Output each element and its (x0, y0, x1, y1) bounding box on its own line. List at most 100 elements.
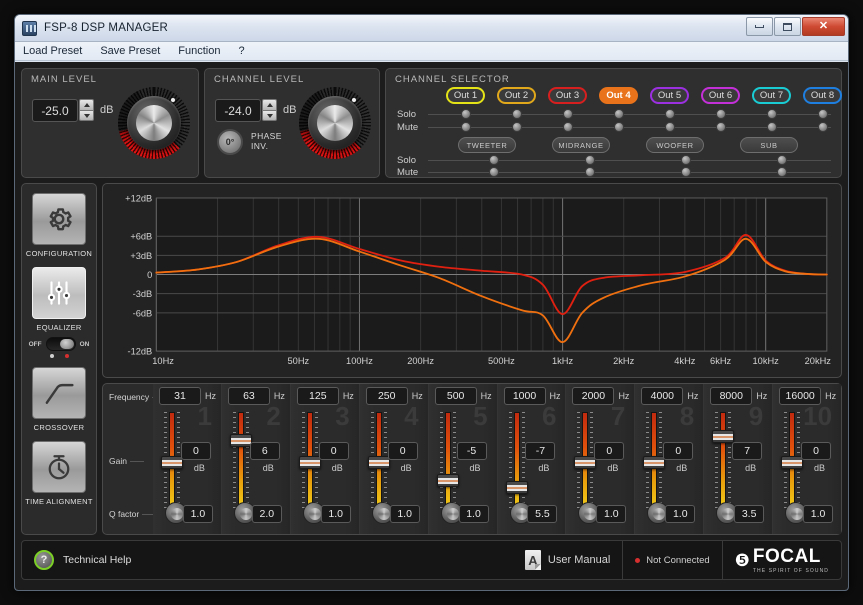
output-button-2[interactable]: Out 2 (497, 87, 536, 104)
menu-save-preset[interactable]: Save Preset (100, 45, 160, 57)
frequency-input[interactable]: 4000 (641, 387, 684, 405)
group-mute-button-1[interactable] (446, 167, 542, 177)
frequency-input[interactable]: 63 (227, 387, 270, 405)
q-factor-input[interactable]: 5.5 (527, 505, 558, 523)
phase-invert-button[interactable]: 0° (217, 129, 243, 155)
equalizer-power-toggle[interactable]: OFF ON (29, 337, 89, 351)
q-factor-input[interactable]: 1.0 (389, 505, 420, 523)
fader-handle[interactable] (367, 455, 390, 469)
user-manual-link[interactable]: User Manual (548, 554, 610, 566)
configuration-button[interactable] (31, 193, 86, 245)
equalizer-button[interactable] (32, 267, 86, 319)
gain-fader[interactable] (712, 412, 735, 512)
solo-button-3[interactable] (548, 109, 587, 119)
solo-button-5[interactable] (650, 109, 689, 119)
gain-input[interactable]: 0 (801, 442, 832, 460)
group-button-sub[interactable]: SUB (740, 137, 798, 153)
channel-level-up-button[interactable] (262, 99, 277, 110)
gain-input[interactable]: 0 (663, 442, 694, 460)
q-factor-input[interactable]: 1.0 (665, 505, 696, 523)
q-factor-input[interactable]: 3.5 (734, 505, 765, 523)
menu-load-preset[interactable]: Load Preset (23, 45, 82, 57)
gain-input[interactable]: -7 (525, 442, 556, 460)
frequency-input[interactable]: 125 (296, 387, 339, 405)
gain-fader[interactable] (161, 412, 183, 512)
q-factor-input[interactable]: 1.0 (320, 505, 351, 523)
frequency-input[interactable]: 16000 (779, 387, 822, 405)
q-factor-input[interactable]: 1.0 (803, 505, 834, 523)
q-factor-input[interactable]: 1.0 (596, 505, 627, 523)
gain-fader[interactable] (298, 412, 321, 512)
group-button-midrange[interactable]: MIDRANGE (552, 137, 610, 153)
sidebar-item-time-alignment[interactable]: TIME ALIGNMENT (25, 441, 93, 506)
mute-button-4[interactable] (599, 122, 638, 132)
group-button-woofer[interactable]: WOOFER (646, 137, 704, 153)
fader-handle[interactable] (712, 430, 735, 444)
gain-fader[interactable] (436, 412, 459, 512)
gain-input[interactable]: -5 (456, 442, 487, 460)
gain-fader[interactable] (781, 412, 804, 512)
solo-button-1[interactable] (446, 109, 485, 119)
group-solo-button-4[interactable] (734, 155, 830, 165)
gain-fader[interactable] (505, 412, 528, 512)
gain-input[interactable]: 0 (387, 442, 418, 460)
output-button-7[interactable]: Out 7 (752, 87, 791, 104)
main-level-value[interactable]: -25.0 (32, 99, 78, 122)
maximize-button[interactable] (774, 17, 801, 36)
frequency-input[interactable]: 1000 (503, 387, 546, 405)
q-factor-input[interactable]: 1.0 (458, 505, 489, 523)
toggle-track[interactable] (45, 337, 76, 351)
group-solo-button-2[interactable] (542, 155, 638, 165)
output-button-5[interactable]: Out 5 (650, 87, 689, 104)
group-mute-button-3[interactable] (638, 167, 734, 177)
gain-input[interactable]: 6 (249, 442, 280, 460)
output-button-8[interactable]: Out 8 (803, 87, 842, 104)
channel-level-knob[interactable] (299, 87, 371, 159)
gain-input[interactable]: 0 (318, 442, 349, 460)
q-factor-input[interactable]: 1.0 (182, 505, 213, 523)
gain-input[interactable]: 0 (594, 442, 625, 460)
menu-function[interactable]: Function (178, 45, 220, 57)
gain-fader[interactable] (574, 412, 597, 512)
time-alignment-button[interactable] (31, 441, 86, 493)
group-mute-button-4[interactable] (734, 167, 830, 177)
mute-button-1[interactable] (446, 122, 485, 132)
crossover-button[interactable] (32, 367, 86, 419)
fader-handle[interactable] (643, 455, 666, 469)
group-button-tweeter[interactable]: TWEETER (458, 137, 516, 153)
group-mute-button-2[interactable] (542, 167, 638, 177)
fader-handle[interactable] (505, 480, 528, 494)
solo-button-2[interactable] (497, 109, 536, 119)
channel-level-down-button[interactable] (262, 110, 277, 121)
technical-help-button[interactable]: ? (34, 550, 54, 570)
gain-input[interactable]: 7 (732, 442, 763, 460)
main-level-up-button[interactable] (79, 99, 94, 110)
output-button-3[interactable]: Out 3 (548, 87, 587, 104)
q-factor-input[interactable]: 2.0 (251, 505, 282, 523)
response-graph[interactable]: +12dB +6dB +3dB 0 -3dB -6dB -12dB 10Hz 50Hz 100Hz… (111, 190, 833, 371)
frequency-input[interactable]: 8000 (710, 387, 753, 405)
frequency-input[interactable]: 250 (365, 387, 408, 405)
mute-button-5[interactable] (650, 122, 689, 132)
solo-button-6[interactable] (701, 109, 740, 119)
mute-button-6[interactable] (701, 122, 740, 132)
sidebar-item-configuration[interactable]: CONFIGURATION (26, 193, 92, 258)
main-level-down-button[interactable] (79, 110, 94, 121)
solo-button-7[interactable] (752, 109, 791, 119)
fader-handle[interactable] (436, 473, 459, 487)
fader-handle[interactable] (781, 455, 804, 469)
main-level-knob[interactable] (118, 87, 190, 159)
channel-level-value[interactable]: -24.0 (215, 99, 261, 122)
group-solo-button-1[interactable] (446, 155, 542, 165)
close-button[interactable]: ✕ (802, 17, 845, 36)
solo-button-4[interactable] (599, 109, 638, 119)
mute-button-7[interactable] (752, 122, 791, 132)
gain-fader[interactable] (643, 412, 666, 512)
gain-fader[interactable] (367, 412, 390, 512)
fader-handle[interactable] (298, 455, 321, 469)
fader-handle[interactable] (574, 455, 597, 469)
solo-button-8[interactable] (803, 109, 842, 119)
mute-button-2[interactable] (497, 122, 536, 132)
gain-input[interactable]: 0 (180, 442, 211, 460)
minimize-button[interactable] (746, 17, 773, 36)
